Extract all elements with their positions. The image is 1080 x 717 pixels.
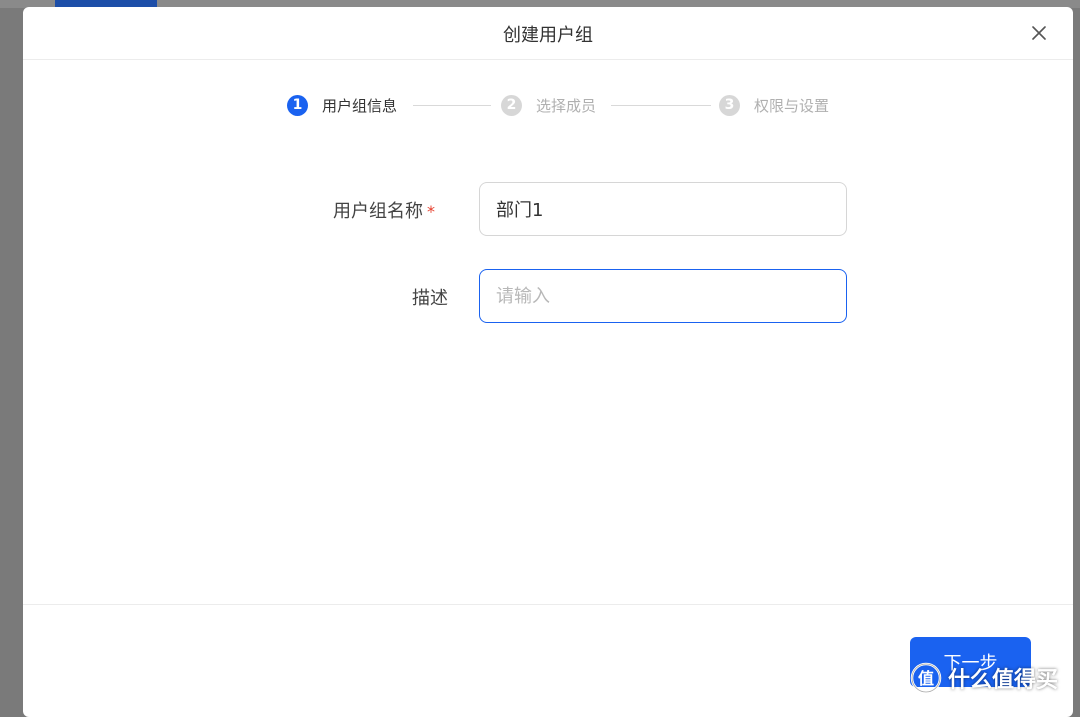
step-connector (413, 105, 491, 106)
step-label-3: 权限与设置 (754, 96, 830, 115)
group-name-label: 用户组名称 * (333, 197, 435, 223)
required-mark: * (427, 202, 435, 221)
step-user-group-info: 1 用户组信息 (287, 93, 397, 117)
step-label-1: 用户组信息 (322, 96, 398, 115)
step-connector (611, 105, 711, 106)
step-permissions-settings: 3 权限与设置 (719, 93, 829, 117)
watermark: 值 什么值得买 (910, 658, 1058, 698)
dialog-header: 创建用户组 (23, 7, 1073, 60)
smzdm-logo-icon: 值 (910, 662, 942, 694)
create-user-group-dialog: 创建用户组 1 用户组信息 2 选择成员 3 权限与设置 用户组名称* 描述 (23, 7, 1073, 717)
description-label: 描述 (412, 288, 448, 309)
step-number-1: 1 (287, 94, 308, 116)
dialog-title: 创建用户组 (503, 25, 593, 46)
step-number-2: 2 (501, 94, 522, 116)
form-row-name: 用户组名称 * (23, 182, 1073, 236)
group-name-label-text: 用户组名称 (333, 201, 423, 222)
step-label-2: 选择成员 (536, 96, 597, 115)
step-number-3: 3 (719, 94, 740, 116)
stepper: 1 用户组信息 2 选择成员 3 权限与设置 (287, 93, 847, 117)
footer-divider (23, 604, 1073, 605)
watermark-logo-char: 值 (918, 669, 934, 688)
watermark-text: 什么值得买 (948, 668, 1059, 693)
form-row-description: 描述 (23, 269, 1073, 323)
close-icon (1032, 26, 1046, 40)
group-name-input[interactable] (479, 182, 847, 236)
step-select-members: 2 选择成员 (501, 93, 596, 117)
close-button[interactable] (1027, 21, 1051, 45)
description-input[interactable] (479, 269, 847, 323)
